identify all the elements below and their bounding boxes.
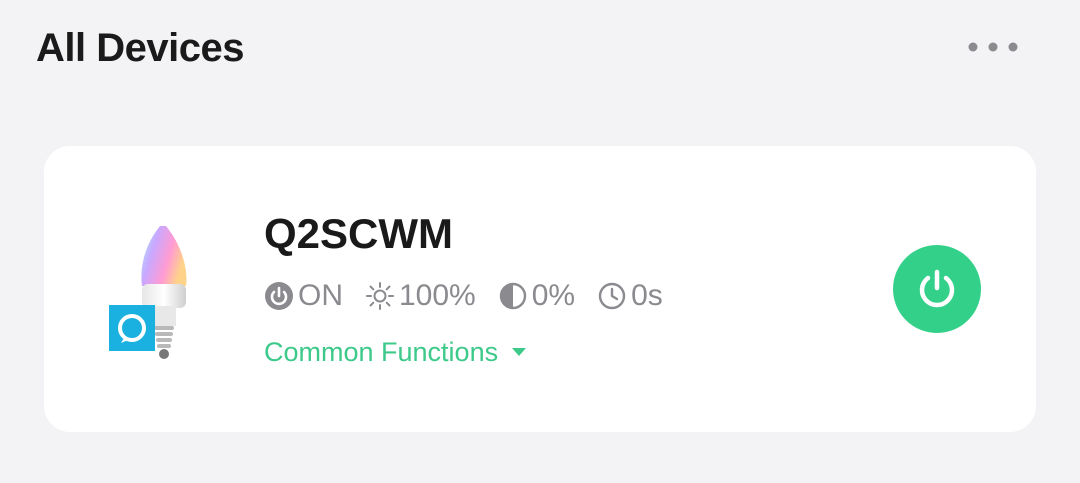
brightness-icon (366, 282, 394, 310)
all-devices-page: All Devices Q2SCWM ON 100% 0% 0s Common … (0, 0, 1080, 483)
device-status-row: ON 100% 0% 0s (264, 276, 685, 316)
common-functions-label: Common Functions (264, 337, 499, 367)
power-status: ON (264, 279, 343, 313)
power-icon (919, 269, 955, 308)
clock-icon (598, 282, 626, 310)
smart-bulb-icon (109, 226, 187, 359)
brightness-value: 100% (399, 279, 476, 312)
contrast-icon (499, 282, 526, 310)
device-image (106, 218, 202, 368)
power-status-value: ON (298, 279, 343, 312)
device-card[interactable]: Q2SCWM ON 100% 0% 0s Common Functions (44, 146, 1036, 432)
brightness-status: 100% (365, 279, 476, 313)
device-name: Q2SCWM (264, 210, 453, 257)
common-functions-dropdown[interactable]: Common Functions (264, 337, 527, 368)
power-status-icon (265, 282, 293, 310)
page-title: All Devices (36, 26, 244, 70)
power-toggle-button[interactable] (893, 245, 981, 333)
more-horizontal-icon (968, 42, 1018, 52)
timer-status: 0s (597, 279, 663, 313)
more-options-button[interactable] (958, 30, 1028, 64)
alexa-badge (109, 305, 155, 351)
caret-down-icon (512, 348, 527, 356)
timer-value: 0s (631, 279, 663, 312)
contrast-status: 0% (498, 279, 575, 313)
contrast-value: 0% (531, 279, 576, 312)
